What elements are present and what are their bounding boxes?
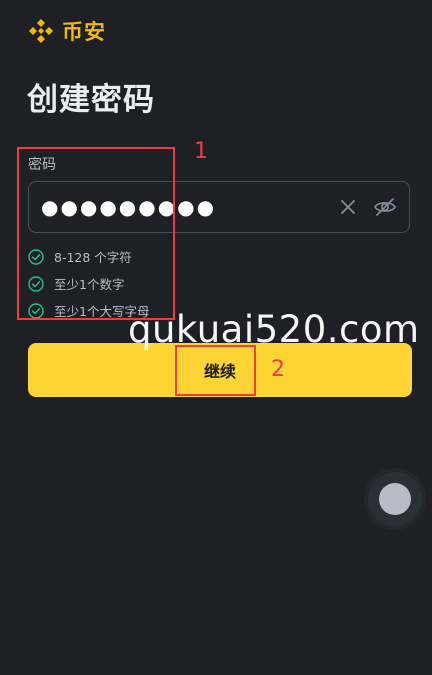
logo: 币安: [28, 16, 106, 46]
eye-off-icon[interactable]: [373, 195, 397, 219]
highlight-number-2: 2: [271, 357, 285, 382]
page-title: 创建密码: [27, 82, 155, 118]
highlight-box-1: [17, 147, 175, 320]
assistive-touch-icon: [379, 483, 411, 515]
highlight-box-2: [175, 345, 256, 396]
close-icon[interactable]: [337, 196, 359, 218]
logo-text: 币安: [62, 20, 106, 44]
assistive-touch-button[interactable]: [368, 472, 422, 526]
highlight-number-1: 1: [194, 139, 208, 164]
binance-logo-icon: [29, 19, 53, 43]
